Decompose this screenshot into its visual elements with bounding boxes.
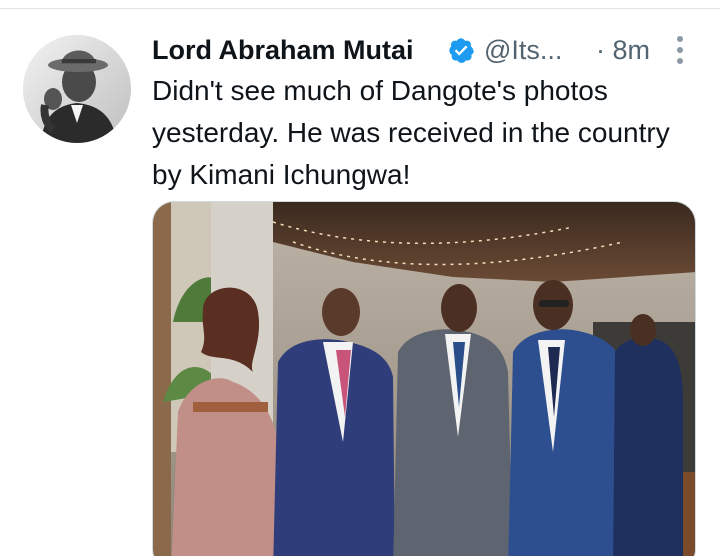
tweet-header: Lord Abraham Mutai @Its... · 8m [152, 30, 692, 72]
tweet-photo[interactable] [152, 201, 696, 556]
author-avatar[interactable] [23, 35, 131, 143]
more-vertical-icon[interactable] [672, 33, 688, 67]
tweet-text: Didn't see much of Dangote's photos yest… [152, 75, 670, 190]
author-display-name[interactable]: Lord Abraham Mutai [152, 32, 414, 68]
verified-badge-icon [449, 38, 474, 63]
tweet-timestamp[interactable]: · 8m [596, 32, 650, 68]
top-divider [0, 8, 720, 9]
author-handle[interactable]: @Its... [484, 32, 562, 68]
